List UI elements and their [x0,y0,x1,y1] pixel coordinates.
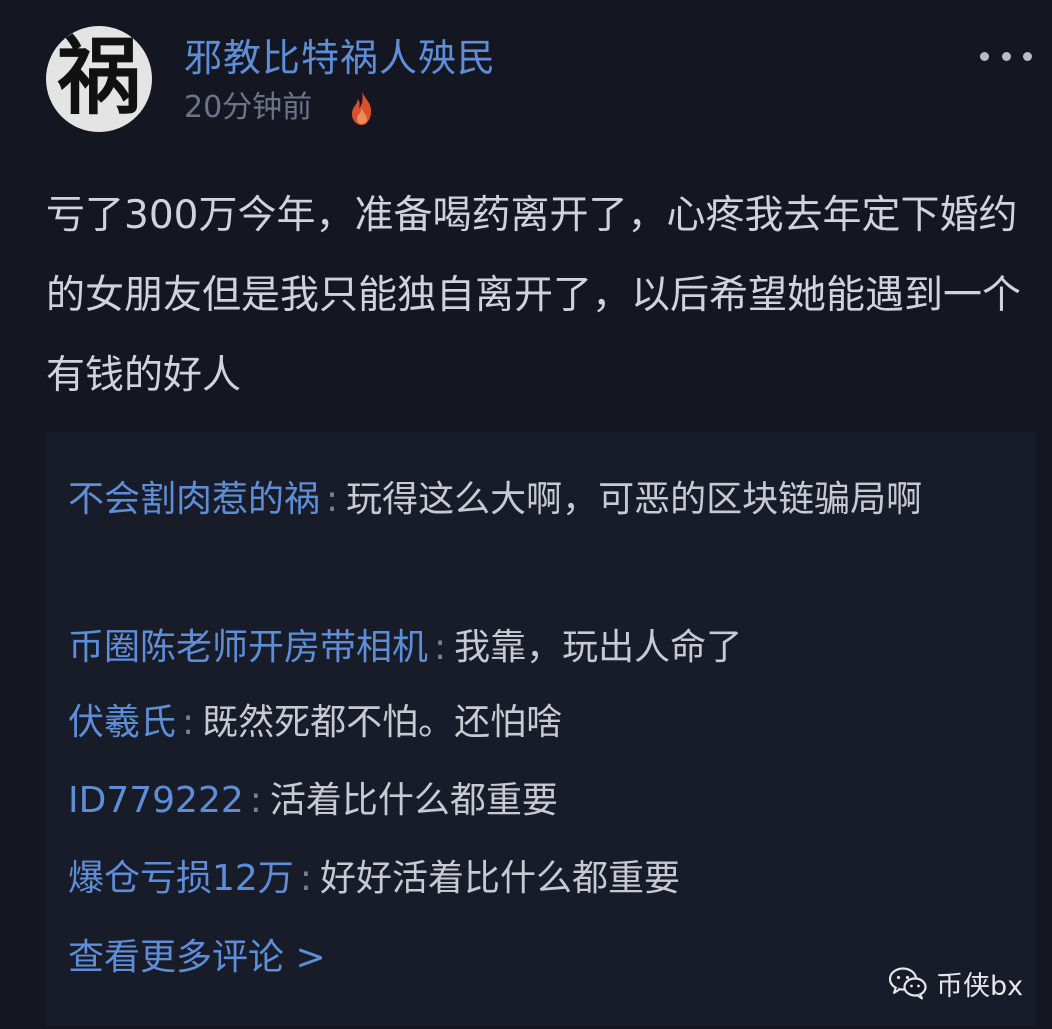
comment-author[interactable]: 爆仓亏损12万 [68,858,294,899]
comment[interactable]: 伏羲氏: 既然死都不怕。还怕啥 [68,690,1008,756]
watermark: 币侠bx [888,958,1023,1008]
more-options-button[interactable] [980,44,1032,68]
comment-separator: : [299,858,312,899]
post-content: 亏了300万今年，准备喝药离开了，心疼我去年定下婚约的女朋友但是我只能独自离开了… [46,193,1022,398]
comment[interactable]: 不会割肉惹的祸: 玩得这么大啊，可恶的区块链骗局啊 [68,467,1008,533]
comment-author[interactable]: 不会割肉惹的祸 [68,479,320,520]
comment-separator: : [182,702,195,743]
comment[interactable]: 爆仓亏损12万: 好好活着比什么都重要 [68,846,1008,912]
fire-icon [352,90,372,125]
comment-author[interactable]: 币圈陈老师开房带相机 [68,627,428,668]
comment-text: 活着比什么都重要 [269,780,558,821]
comment-separator: : [326,479,339,520]
comment-author[interactable]: ID779222 [68,780,244,821]
comment-separator: : [249,780,262,821]
comment[interactable]: 币圈陈老师开房带相机: 我靠，玩出人命了 [68,615,1008,681]
more-dot [1001,51,1011,61]
watermark-text: 币侠bx [936,970,1024,1002]
username[interactable]: 邪教比特祸人殃民 [184,34,496,82]
more-dot [980,51,989,61]
comment-text: 我靠，玩出人命了 [454,627,743,668]
comment-author[interactable]: 伏羲氏 [68,702,176,743]
comment-text: 玩得这么大啊，可恶的区块链骗局啊 [346,479,923,520]
post-time: 20分钟前 [184,90,313,125]
view-more-comments-link[interactable]: 查看更多评论 > [68,925,326,991]
comment-text: 好好活着比什么都重要 [319,858,680,899]
avatar[interactable]: 祸 [46,26,152,132]
comment[interactable]: ID779222: 活着比什么都重要 [68,768,1008,834]
comments-section: 不会割肉惹的祸: 玩得这么大啊，可恶的区块链骗局啊 币圈陈老师开房带相机: 我靠，玩… [46,432,1036,1026]
avatar-character: 祸 [56,27,141,126]
comment-text: 既然死都不怕。还怕啥 [202,702,563,743]
wechat-icon [888,967,927,1000]
comment-separator: : [434,627,447,668]
more-dot [1023,51,1032,61]
